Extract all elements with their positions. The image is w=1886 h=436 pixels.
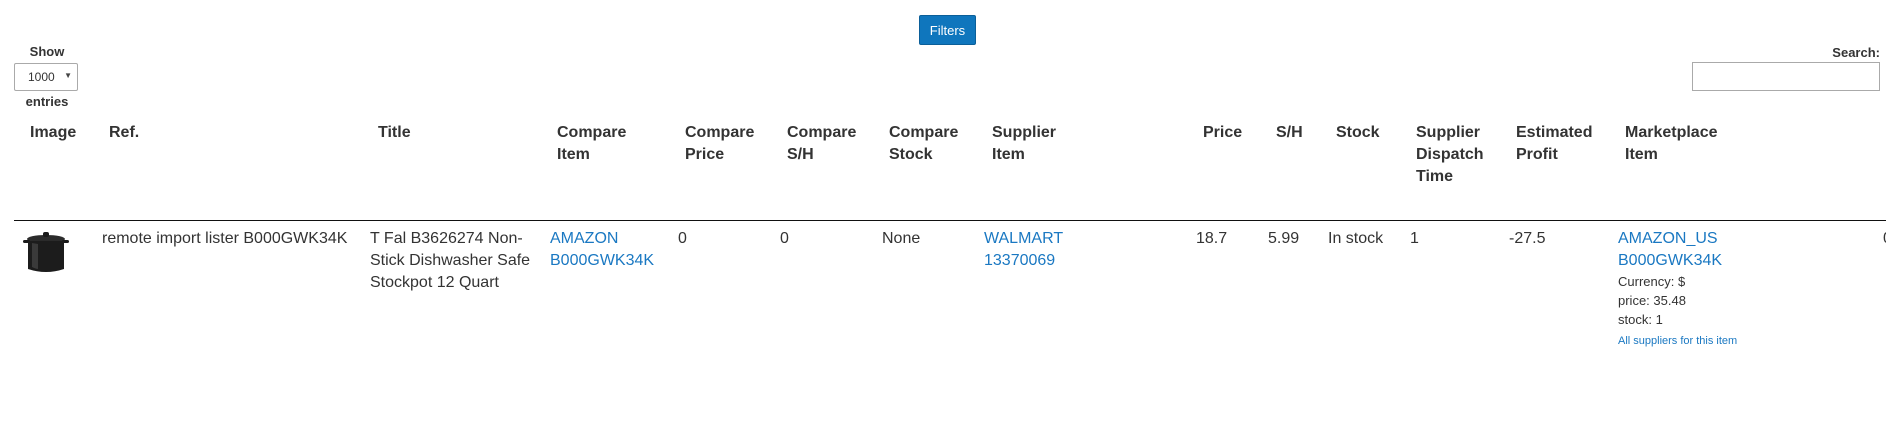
compare-price-cell: 0 [678,230,687,247]
compare-item-link[interactable]: AMAZON B000GWK34K [550,230,654,269]
header-title[interactable]: Title [378,122,411,144]
header-supplier-item[interactable]: Supplier Item [992,122,1072,166]
compare-sh-cell: 0 [780,230,789,247]
marketplace-item-link[interactable]: AMAZON_US B000GWK34K [1618,230,1722,269]
chevron-down-icon: ▼ [64,71,72,80]
supplier-item-source: WALMART [984,230,1064,247]
all-suppliers-link[interactable]: All suppliers for this item [1618,335,1737,347]
marketplace-price: price: 35.48 [1618,293,1686,308]
supplier-item-link[interactable]: WALMART 13370069 [984,230,1063,269]
entries-select[interactable]: 1000 ▼ [14,63,78,91]
price-cell: 18.7 [1196,230,1228,247]
ref-cell: remote import lister B000GWK34K [102,230,348,247]
stock-cell: In stock [1328,230,1384,247]
header-compare-sh[interactable]: Compare S/H [787,122,867,166]
header-sh[interactable]: S/H [1276,122,1303,144]
stockpot-icon [23,232,69,272]
header-stock[interactable]: Stock [1336,122,1380,144]
search-input[interactable] [1692,62,1880,91]
dispatch-time-cell: 1 [1410,230,1419,247]
marketplace-stock: stock: 1 [1618,312,1663,327]
header-divider [14,220,1886,221]
header-estimated-profit[interactable]: Estimated Profit [1516,122,1596,166]
page-length-control: Show 1000 ▼ entries [14,44,80,110]
marketplace-currency: Currency: $ [1618,274,1686,289]
sh-cell: 5.99 [1268,230,1300,247]
header-compare-stock[interactable]: Compare Stock [889,122,969,166]
entries-label: entries [25,94,69,109]
title-cell: T Fal B3626274 Non-Stick Dishwasher Safe… [370,230,531,291]
compare-stock-cell: None [882,230,921,247]
supplier-item-id: 13370069 [984,252,1056,269]
header-ref[interactable]: Ref. [109,122,139,144]
compare-item-source: AMAZON [550,230,619,247]
marketplace-item-cell: AMAZON_US B000GWK34K Currency: $ price: … [1618,228,1737,351]
supplier-item-cell: WALMART 13370069 [984,228,1063,272]
header-supplier-dispatch-time[interactable]: Supplier Dispatch Time [1416,122,1496,188]
header-compare-item[interactable]: Compare Item [557,122,637,166]
estimated-profit-cell: -27.5 [1509,230,1546,247]
marketplace-id: B000GWK34K [1618,252,1723,269]
header-compare-price[interactable]: Compare Price [685,122,765,166]
search-label: Search: [1832,45,1880,60]
compare-item-id: B000GWK34K [550,252,655,269]
entries-select-value: 1000 [28,70,55,84]
header-image[interactable]: Image [30,122,76,144]
header-price[interactable]: Price [1203,122,1242,144]
header-marketplace-item[interactable]: Marketplace Item [1625,122,1725,166]
filters-button[interactable]: Filters [919,15,976,45]
marketplace-source: AMAZON_US [1618,230,1718,247]
compare-item-cell: AMAZON B000GWK34K [550,228,654,272]
show-label: Show [29,44,65,59]
